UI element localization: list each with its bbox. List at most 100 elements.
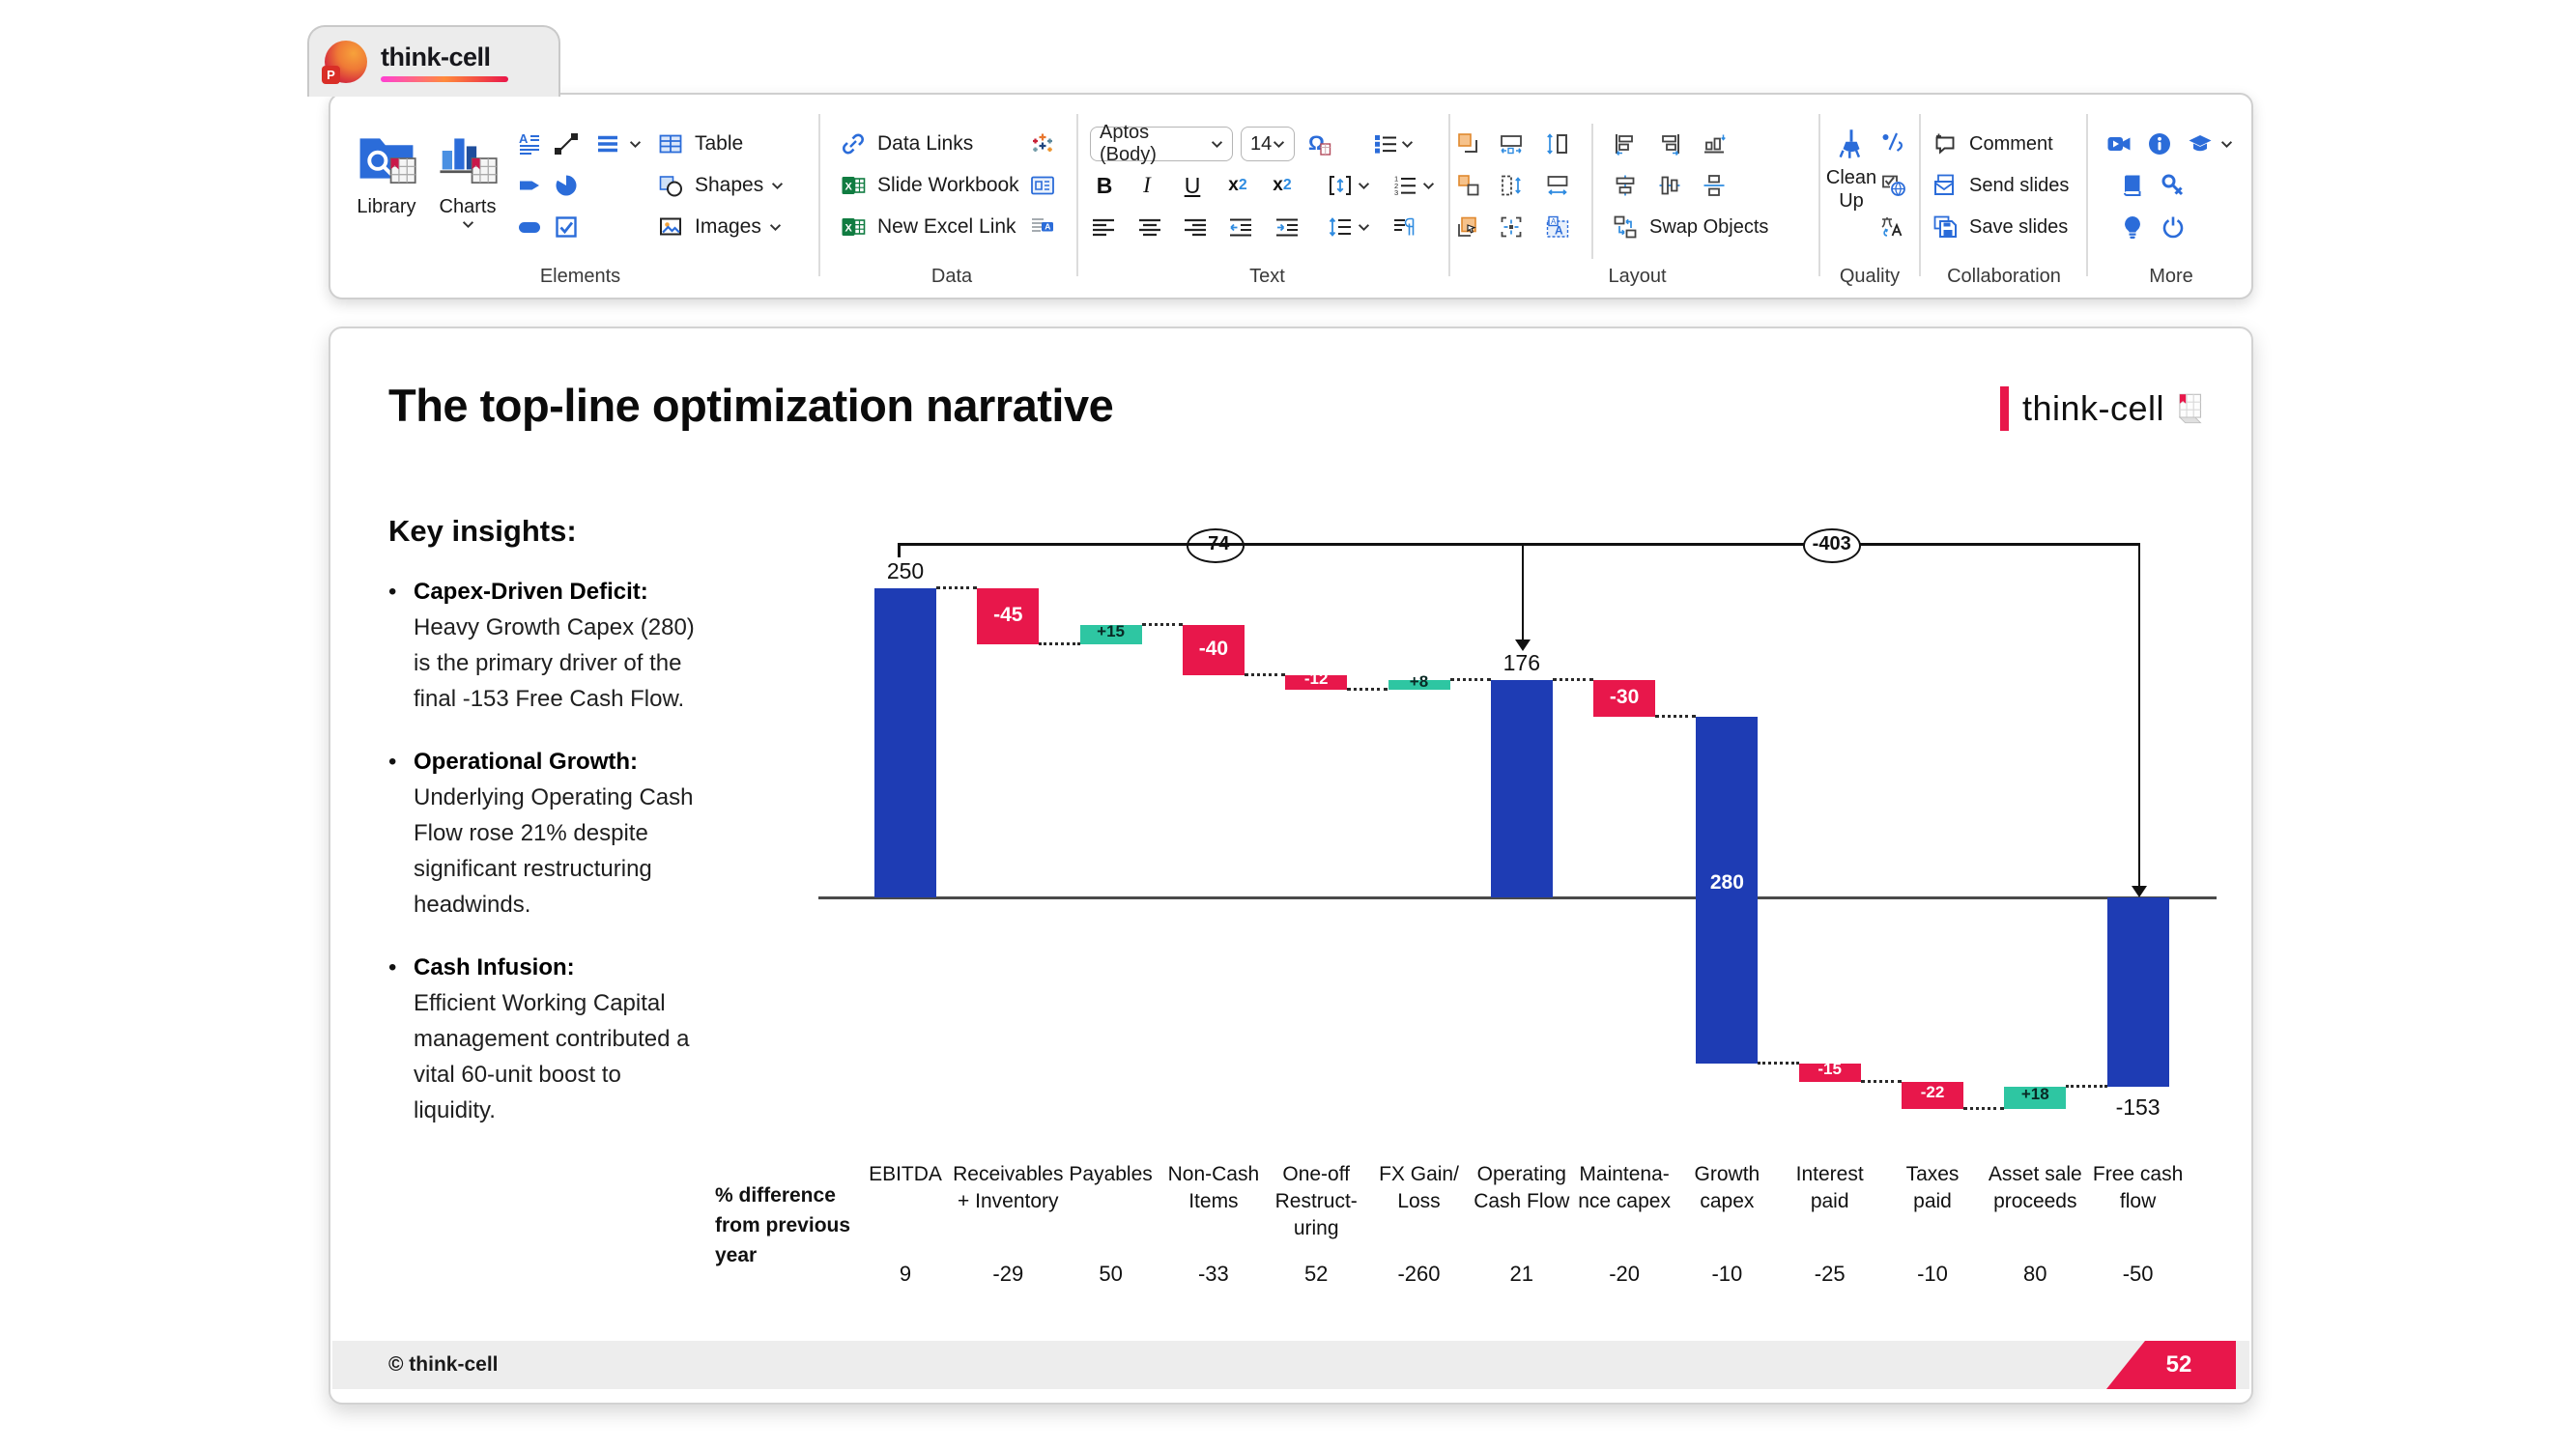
category-label: Asset sale proceeds bbox=[1979, 1161, 2091, 1215]
pct-change-value: 21 bbox=[1466, 1262, 1578, 1287]
superscript-button[interactable]: x2 bbox=[1266, 170, 1299, 201]
chevron-down-icon[interactable] bbox=[2220, 140, 2233, 149]
chevron-down-icon[interactable] bbox=[629, 140, 642, 149]
duplicate-object-button[interactable] bbox=[1456, 131, 1481, 156]
translate-button[interactable] bbox=[1880, 214, 1905, 240]
pct-change-value: 52 bbox=[1260, 1262, 1372, 1287]
video-tutorials-button[interactable] bbox=[2106, 131, 2132, 156]
decrease-indent-button[interactable] bbox=[1228, 214, 1253, 240]
increase-indent-button[interactable] bbox=[1274, 214, 1300, 240]
bracket-value-label: -74 bbox=[1187, 528, 1245, 563]
text-box-button[interactable]: A bbox=[517, 131, 542, 156]
svg-text:A: A bbox=[1045, 222, 1050, 232]
align-left-button[interactable] bbox=[1091, 214, 1116, 240]
align-objects-bottom-button[interactable] bbox=[1702, 131, 1727, 156]
group-layout: AA Swap Objects Layout bbox=[1456, 95, 1818, 298]
waterfall-chart: 250-45+15-40-12+8176-30280-15-22+18-153-… bbox=[330, 328, 2251, 1403]
checkbox-button[interactable] bbox=[554, 214, 579, 240]
align-center-button[interactable] bbox=[1137, 214, 1162, 240]
group-label-more: More bbox=[2099, 266, 2244, 288]
pie-chart-button[interactable] bbox=[554, 173, 579, 198]
waterfall-bar-7[interactable] bbox=[1491, 680, 1553, 897]
text-link-button[interactable]: A bbox=[1030, 214, 1055, 240]
center-on-slide-button[interactable] bbox=[1499, 214, 1524, 240]
special-character-button[interactable]: Ω bbox=[1306, 131, 1331, 156]
new-excel-link-button[interactable]: X New Excel Link bbox=[841, 213, 1016, 242]
move-object-button[interactable] bbox=[1499, 131, 1524, 156]
category-label: Interest paid bbox=[1774, 1161, 1886, 1215]
send-slides-button[interactable]: Send slides bbox=[1932, 171, 2069, 200]
bullet-list-button[interactable] bbox=[1373, 131, 1398, 156]
chevron-down-icon[interactable] bbox=[1358, 182, 1370, 190]
user-manual-button[interactable] bbox=[2120, 173, 2145, 198]
underline-button[interactable]: U bbox=[1176, 170, 1209, 201]
callout-button[interactable] bbox=[517, 173, 542, 198]
slide-workbook-button[interactable]: X Slide Workbook bbox=[841, 171, 1019, 200]
align-right-button[interactable] bbox=[1183, 214, 1208, 240]
rounded-rectangle-button[interactable] bbox=[517, 214, 542, 240]
category-label: Growth capex bbox=[1671, 1161, 1783, 1215]
pct-change-value: 80 bbox=[1979, 1262, 2091, 1287]
center-vertically-button[interactable] bbox=[1657, 173, 1682, 198]
table-button[interactable]: Table bbox=[658, 129, 743, 158]
align-objects-right-button[interactable] bbox=[1657, 131, 1682, 156]
font-size-select[interactable]: 14 bbox=[1241, 127, 1295, 161]
chevron-down-icon[interactable] bbox=[1422, 182, 1435, 190]
center-horizontally-button[interactable] bbox=[1613, 173, 1638, 198]
group-data: Data Links X Slide Workbook X New Excel … bbox=[831, 95, 1073, 298]
tips-button[interactable] bbox=[2120, 214, 2145, 240]
align-objects-left-button[interactable] bbox=[1613, 131, 1638, 156]
text-frame-spacing-button[interactable] bbox=[1328, 173, 1353, 198]
round-decimals-button[interactable] bbox=[1880, 129, 1905, 155]
bracket-drop-line bbox=[1522, 543, 1525, 639]
about-button[interactable] bbox=[2147, 131, 2172, 156]
waterfall-bar-1[interactable] bbox=[874, 588, 936, 897]
clean-up-button[interactable]: Clean Up bbox=[1826, 128, 1876, 213]
bar-value-label: -12 bbox=[1285, 669, 1347, 689]
swap-objects-button[interactable]: Swap Objects bbox=[1613, 213, 1768, 242]
chevron-down-icon[interactable] bbox=[1358, 223, 1370, 232]
chevron-down-icon[interactable] bbox=[1401, 140, 1414, 149]
thinkcell-ribbon-tab[interactable]: P think-cell bbox=[307, 25, 560, 97]
proofing-check-button[interactable] bbox=[1880, 172, 1905, 197]
bracket-drop-line bbox=[2138, 543, 2141, 886]
excel-workbook-icon: X bbox=[841, 173, 866, 198]
numbered-list-button[interactable]: 123 bbox=[1392, 173, 1417, 198]
deactivate-button[interactable] bbox=[2161, 214, 2186, 240]
paragraph-marks-button[interactable] bbox=[1392, 214, 1417, 240]
bold-button[interactable]: B bbox=[1088, 170, 1121, 201]
italic-button[interactable]: I bbox=[1131, 170, 1163, 201]
agenda-button[interactable] bbox=[595, 131, 620, 156]
training-button[interactable] bbox=[2188, 131, 2213, 156]
group-label-text: Text bbox=[1086, 266, 1448, 288]
tableau-button[interactable] bbox=[1030, 131, 1055, 156]
library-icon bbox=[356, 128, 417, 189]
line-spacing-button[interactable] bbox=[1328, 214, 1353, 240]
select-object-button[interactable] bbox=[1456, 214, 1481, 240]
library-button[interactable]: Library bbox=[352, 128, 421, 218]
same-width-button[interactable] bbox=[1545, 173, 1570, 198]
font-name-select[interactable]: Aptos (Body) bbox=[1090, 127, 1233, 161]
images-button[interactable]: Images bbox=[658, 213, 782, 242]
stretch-height-button[interactable] bbox=[1499, 173, 1524, 198]
order-objects-button[interactable] bbox=[1456, 173, 1481, 198]
comment-button[interactable]: Comment bbox=[1932, 129, 2053, 158]
license-key-button[interactable] bbox=[2161, 173, 2186, 198]
group-separator bbox=[1076, 114, 1078, 276]
shapes-button[interactable]: Shapes bbox=[658, 171, 784, 200]
slide-canvas: The top-line optimization narrative thin… bbox=[329, 327, 2253, 1405]
linked-slide-button[interactable] bbox=[1030, 173, 1055, 198]
images-icon bbox=[658, 214, 683, 240]
pct-change-value: -260 bbox=[1363, 1262, 1475, 1287]
charts-button[interactable]: Charts bbox=[433, 128, 502, 229]
same-height-button[interactable] bbox=[1545, 131, 1570, 156]
subscript-button[interactable]: x2 bbox=[1221, 170, 1254, 201]
pct-change-value: -33 bbox=[1158, 1262, 1270, 1287]
fit-text-button[interactable]: AA bbox=[1545, 214, 1570, 240]
save-slides-button[interactable]: Save slides bbox=[1932, 213, 2068, 242]
bar-value-label: +18 bbox=[2004, 1085, 2066, 1104]
waterfall-bar-13[interactable] bbox=[2107, 897, 2169, 1087]
data-links-button[interactable]: Data Links bbox=[841, 129, 973, 158]
align-middle-button[interactable] bbox=[1702, 173, 1727, 198]
connector-button[interactable] bbox=[554, 131, 579, 156]
